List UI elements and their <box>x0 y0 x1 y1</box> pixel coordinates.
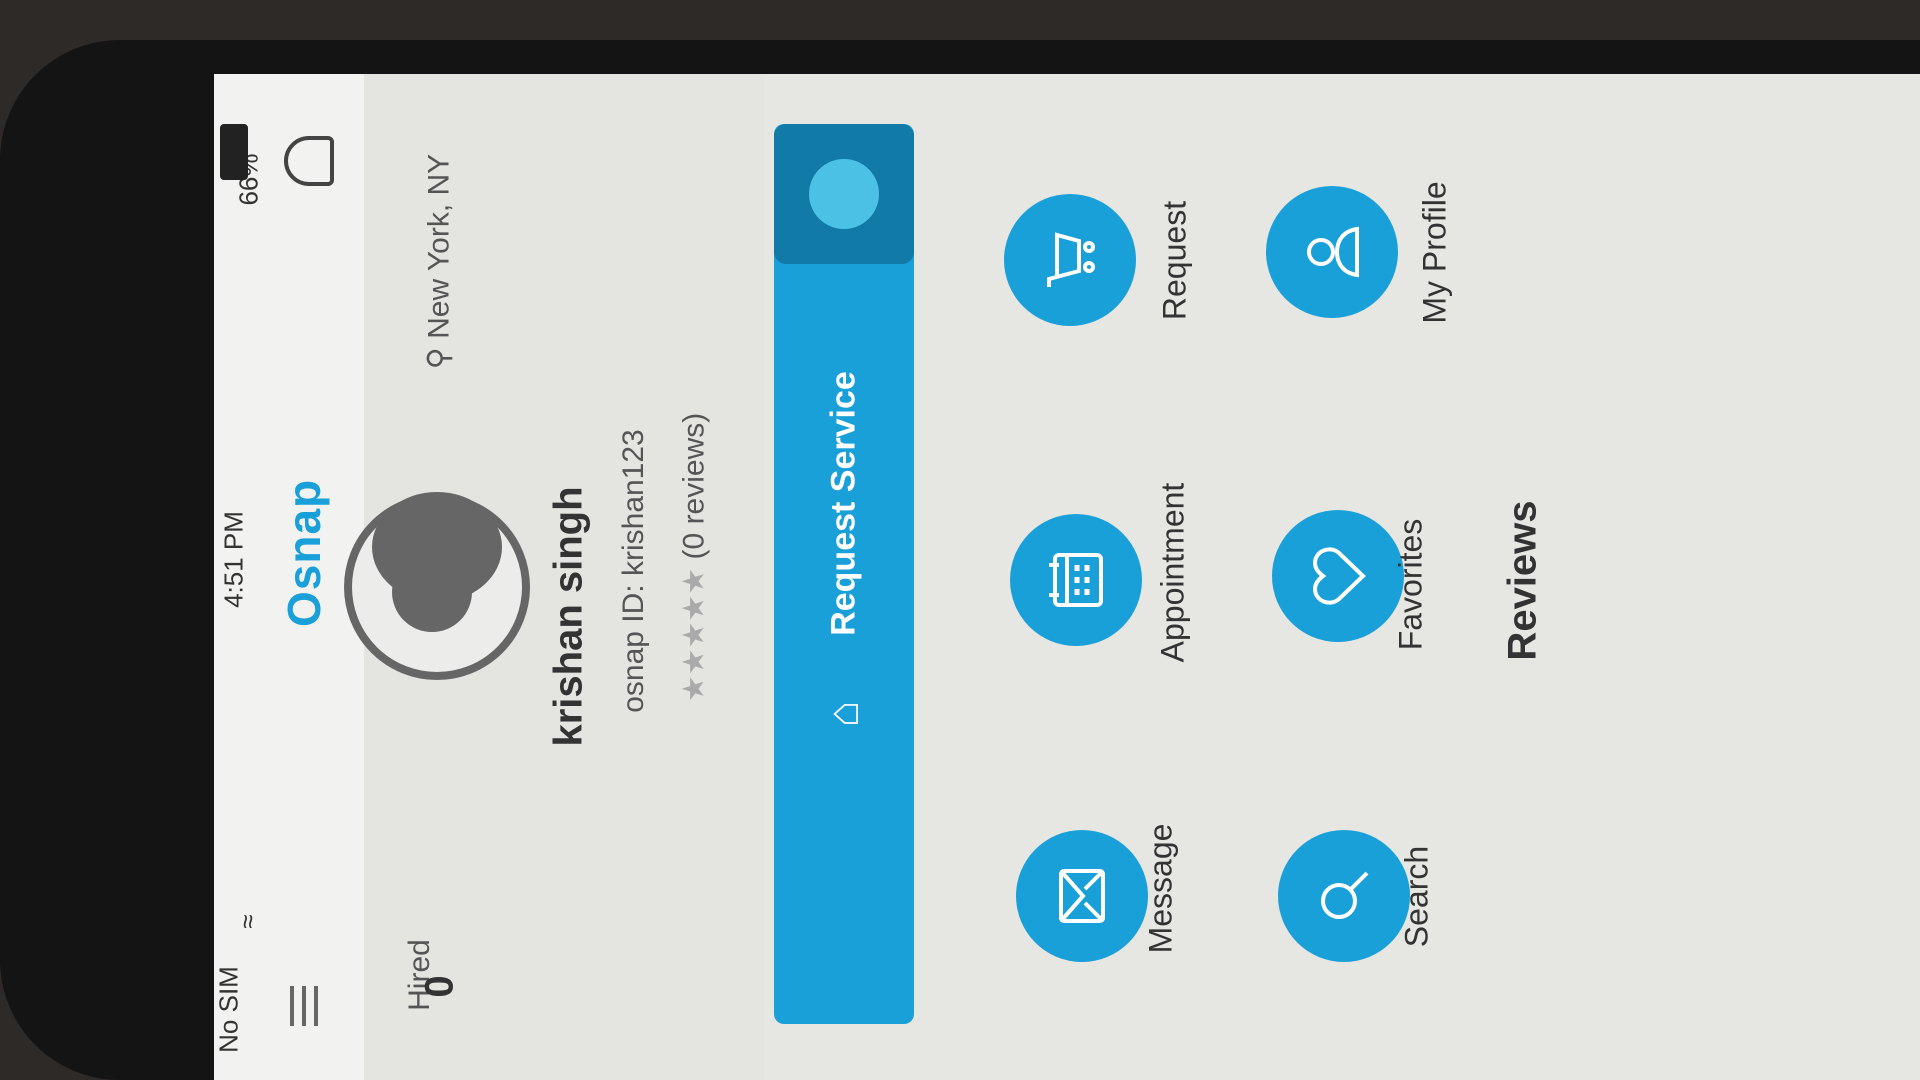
request-service-label: Request Service <box>824 371 863 636</box>
reviews-heading: Reviews <box>1500 500 1545 661</box>
carrier-text: No SIM <box>214 966 244 1053</box>
menu-icon[interactable] <box>282 986 326 1026</box>
request-action-label: Request <box>1156 200 1193 321</box>
avatar <box>344 492 530 680</box>
rating-row: ★★★★★ (0 reviews) <box>677 388 712 728</box>
profile-panel: ⚲ New York, NY krishan singh osnap ID: k… <box>344 74 764 1080</box>
message-action-button[interactable] <box>1016 830 1148 962</box>
calendar-icon <box>1049 553 1103 607</box>
search-action-label: Search <box>1398 845 1435 948</box>
search-action-button[interactable] <box>1278 830 1410 962</box>
app-screen: 66% 4:51 PM No SIM ≈ Osnap ⚲ New York, N… <box>214 74 1920 1080</box>
app-logo: Osnap <box>278 478 330 627</box>
location-text: ⚲ New York, NY <box>422 137 457 387</box>
hired-count: 0 <box>417 975 462 998</box>
request-action-button[interactable] <box>1004 194 1136 326</box>
status-time: 4:51 PM <box>218 511 249 608</box>
notification-bell-icon[interactable] <box>284 136 334 186</box>
wifi-icon: ≈ <box>232 914 263 929</box>
profile-icon <box>1307 226 1359 278</box>
location-label: New York, NY <box>422 153 456 339</box>
heart-icon <box>1312 547 1366 605</box>
favorites-action-button[interactable] <box>1272 510 1404 642</box>
profile-name: krishan singh <box>546 486 591 747</box>
search-icon <box>1321 871 1369 919</box>
status-and-header-strip: 66% 4:51 PM No SIM ≈ Osnap <box>214 74 365 1080</box>
reviews-count: (0 reviews) <box>677 412 711 560</box>
location-pin-icon: ⚲ <box>422 347 456 370</box>
message-action-label: Message <box>1142 823 1179 954</box>
house-plus-icon: ⌂ <box>819 700 868 728</box>
appointment-action-label: Appointment <box>1154 482 1191 663</box>
my-profile-action-label: My Profile <box>1416 181 1453 324</box>
my-profile-action-button[interactable] <box>1266 186 1398 318</box>
request-service-toggle[interactable] <box>774 124 914 264</box>
rating-stars: ★★★★★ <box>677 567 711 703</box>
favorites-action-label: Favorites <box>1392 518 1429 651</box>
request-service-button[interactable]: Request Service ⌂ <box>774 124 914 1024</box>
osnap-id: osnap ID: krishan123 <box>617 429 650 713</box>
battery-icon <box>220 124 248 180</box>
cart-icon <box>1047 232 1095 287</box>
appointment-action-button[interactable] <box>1010 514 1142 646</box>
envelope-icon <box>1059 869 1105 923</box>
